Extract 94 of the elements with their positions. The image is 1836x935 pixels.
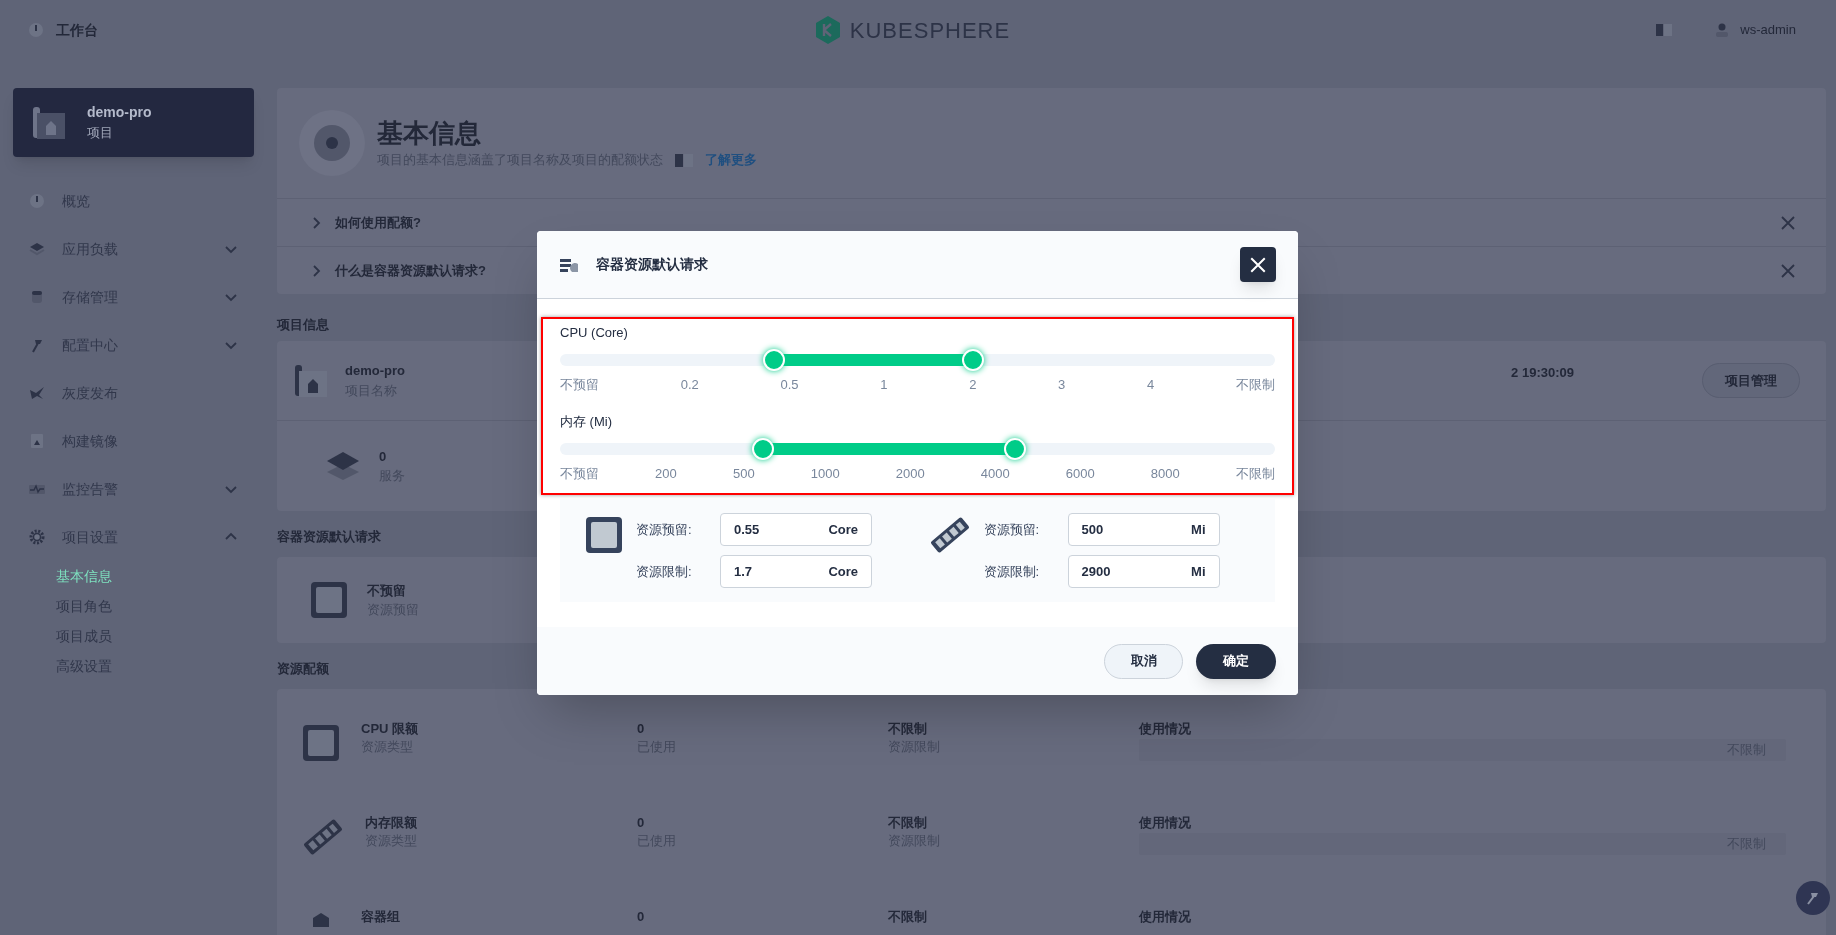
manage-project-button[interactable]: 项目管理	[1702, 363, 1800, 398]
database-icon	[29, 289, 45, 305]
usage-label: 使用情况	[1139, 721, 1192, 737]
cancel-button[interactable]: 取消	[1104, 643, 1183, 679]
tick-label: 不预留	[560, 375, 599, 394]
tick-label: 1	[880, 375, 888, 394]
slider-thumb[interactable]	[1003, 437, 1026, 460]
section-heading: 资源配额	[277, 660, 329, 679]
limit-value: 不限制	[888, 815, 928, 831]
limit-value: 不限制	[888, 721, 928, 737]
book-icon	[675, 153, 693, 167]
reservation-value: 不预留	[367, 581, 407, 600]
slider-thumb[interactable]	[962, 348, 985, 371]
number-input[interactable]: 500 Mi	[1067, 513, 1220, 546]
number-input[interactable]: 2900 Mi	[1067, 555, 1220, 588]
tick-label: 4000	[980, 464, 1010, 483]
close-icon	[1249, 255, 1267, 274]
layers-icon	[29, 241, 45, 257]
project-icon	[293, 362, 329, 399]
resource-icon	[560, 256, 580, 273]
quota-name: CPU 限额	[361, 721, 419, 737]
modal-title: 容器资源默认请求	[596, 255, 708, 274]
project-name: demo-pro	[345, 362, 405, 380]
input-value: 0.55	[734, 520, 760, 539]
section-heading: 项目信息	[277, 316, 329, 335]
number-input[interactable]: 0.55 Core	[720, 513, 872, 546]
number-input[interactable]: 1.7 Core	[720, 555, 872, 588]
field-label: 资源限制:	[636, 562, 693, 581]
tick-label: 0.2	[680, 375, 699, 394]
services-count: 0	[379, 447, 388, 466]
user-icon	[1716, 23, 1729, 37]
nav-subitem[interactable]: 基本信息	[56, 561, 112, 591]
unit-label: Mi	[1191, 562, 1206, 581]
tick-label: 4	[1147, 375, 1155, 394]
tick-label: 1000	[810, 464, 840, 483]
project-icon	[31, 104, 67, 141]
tick-label: 0.5	[780, 375, 799, 394]
tick-label: 不限制	[1235, 464, 1275, 483]
project-name: demo-pro	[87, 103, 152, 123]
tick-label: 8000	[1150, 464, 1180, 483]
usage-label: 使用情况	[1139, 909, 1192, 925]
slider-label: 内存 (Mi)	[560, 413, 613, 431]
unit-label: Mi	[1191, 520, 1206, 539]
input-value: 500	[1081, 520, 1104, 539]
unit-label: Core	[828, 520, 858, 539]
dial-icon	[29, 193, 45, 209]
tick-label: 6000	[1065, 464, 1095, 483]
hammer-icon	[1805, 890, 1821, 906]
tick-label: 3	[1058, 375, 1066, 394]
cpu-chip-icon	[584, 515, 624, 555]
workbench-link[interactable]: 工作台	[56, 19, 98, 41]
dial-icon	[28, 22, 44, 38]
bird-icon	[29, 385, 45, 401]
quota-name: 内存限额	[365, 815, 417, 831]
used-value: 0	[637, 909, 646, 925]
document-icon[interactable]	[1656, 24, 1673, 36]
usage-label: 使用情况	[1139, 815, 1192, 831]
tick-label: 不限制	[1235, 375, 1275, 394]
disc-icon	[299, 110, 365, 176]
used-value: 0	[637, 721, 646, 737]
close-icon	[1780, 214, 1796, 231]
page-title: 基本信息	[377, 117, 482, 151]
section-heading: 容器资源默认请求	[277, 528, 381, 547]
slider-thumb[interactable]	[752, 437, 775, 460]
cpu-chip-icon	[309, 580, 349, 620]
tip-title[interactable]: 如何使用配额?	[335, 212, 421, 233]
tick-label: 不预留	[560, 464, 599, 483]
field-label: 资源限制:	[983, 562, 1041, 581]
input-value: 2900	[1081, 562, 1111, 581]
learn-more-link[interactable]: 了解更多	[705, 150, 757, 170]
tick-label: 200	[655, 464, 677, 483]
close-button[interactable]	[1240, 247, 1276, 282]
unit-label: Core	[828, 562, 858, 581]
limit-value: 不限制	[888, 909, 928, 925]
confirm-button[interactable]: 确定	[1196, 643, 1276, 679]
close-icon	[1780, 262, 1796, 279]
tick-label: 500	[732, 464, 755, 483]
tick-label: 2000	[895, 464, 925, 483]
quota-name: 容器组	[361, 909, 400, 925]
field-label: 资源预留:	[983, 520, 1041, 539]
input-value: 1.7	[734, 562, 753, 581]
project-type: 项目	[87, 124, 114, 143]
slider-label: CPU (Core)	[560, 324, 629, 342]
image-icon	[29, 433, 45, 449]
gear-icon	[29, 529, 45, 545]
field-label: 资源预留:	[636, 520, 693, 539]
slider-thumb[interactable]	[762, 348, 785, 371]
used-value: 0	[637, 815, 646, 831]
user-menu[interactable]: ws-admin	[1740, 20, 1796, 40]
tick-label: 2	[969, 375, 977, 394]
cpu-chip-icon	[301, 723, 341, 763]
creation-time: 2 19:30:09	[1511, 363, 1574, 382]
hammer-icon	[29, 337, 45, 353]
tip-title[interactable]: 什么是容器资源默认请求?	[335, 260, 486, 281]
